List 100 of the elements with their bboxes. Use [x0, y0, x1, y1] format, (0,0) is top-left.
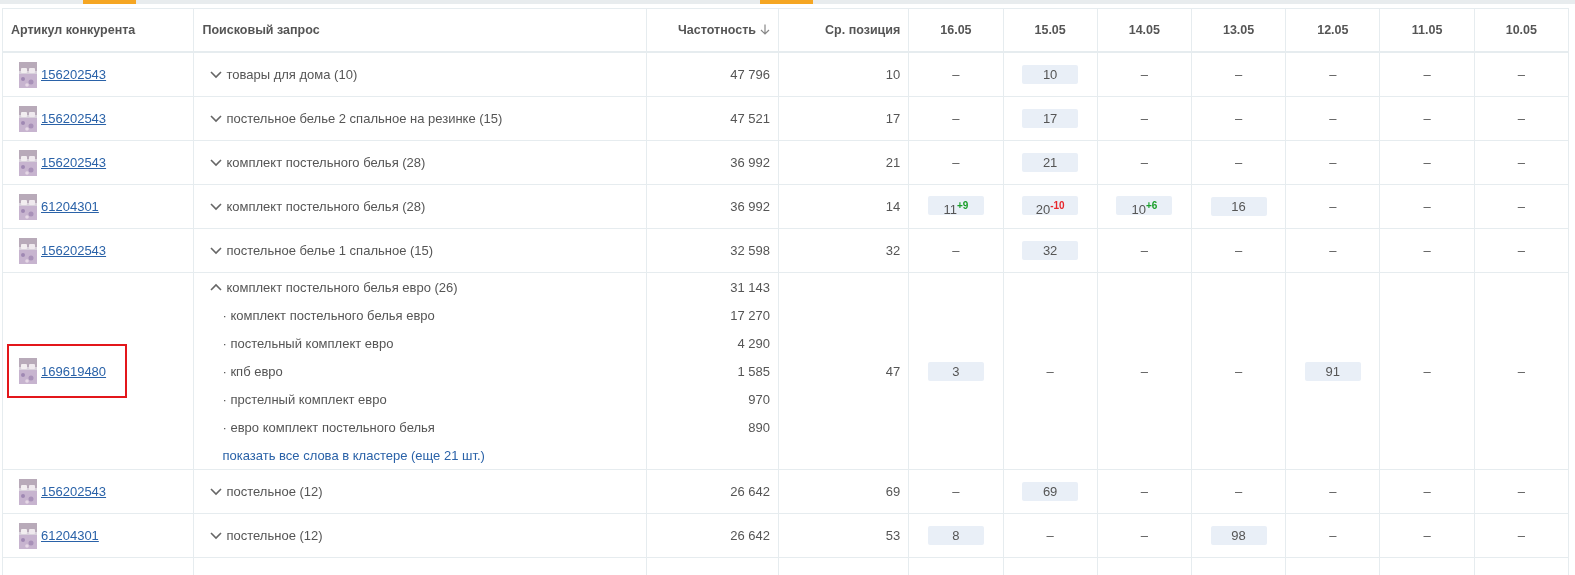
- query-text[interactable]: комплект постельного белья (28): [226, 155, 426, 170]
- frequency-value: 36 992: [730, 199, 770, 214]
- frequency-value: 26 642: [730, 484, 770, 499]
- empty-position: –: [1517, 484, 1525, 499]
- chevron-down-icon[interactable]: [210, 70, 223, 79]
- empty-position: –: [1235, 67, 1243, 82]
- empty-position: –: [1235, 484, 1243, 499]
- query-text[interactable]: постельное (12): [226, 528, 323, 543]
- avg-position-value: 10: [885, 67, 901, 82]
- frequency-value: 31 143: [730, 279, 770, 295]
- article-link[interactable]: 61204301: [41, 199, 99, 214]
- empty-position: –: [1517, 111, 1525, 126]
- position-badge: 32: [1022, 241, 1079, 260]
- query-text[interactable]: постельное (12): [226, 484, 323, 499]
- column-header[interactable]: Частотность: [678, 23, 756, 37]
- chevron-down-icon[interactable]: [210, 531, 223, 540]
- position-badge: 10: [1022, 65, 1079, 84]
- chevron-down-icon[interactable]: [210, 246, 223, 255]
- avg-position-value: 69: [885, 484, 901, 499]
- query-text[interactable]: комплект постельного белья (28): [226, 199, 426, 214]
- position-badge: 69: [1022, 482, 1079, 501]
- avg-position-value: 21: [885, 155, 901, 170]
- subquery-text: · прстелный комплект евро: [222, 391, 387, 407]
- subquery-text: · постельный комплект евро: [222, 335, 394, 351]
- empty-position: –: [1423, 363, 1431, 379]
- article-link[interactable]: 156202543: [41, 484, 107, 499]
- frequency-value: 36 992: [730, 155, 770, 170]
- empty-position: –: [1140, 363, 1148, 379]
- empty-position: –: [1235, 155, 1243, 170]
- query-text[interactable]: постельное белье 1 спальное (15): [226, 243, 434, 258]
- frequency-value: 47 521: [730, 111, 770, 126]
- date-header[interactable]: 15.05: [1034, 23, 1066, 37]
- show-all-link[interactable]: показать все слова в кластере (еще 21 шт.): [202, 447, 485, 463]
- empty-position: –: [1329, 243, 1337, 258]
- subquery-text: · комплект постельного белья евро: [222, 307, 435, 323]
- avg-position-value: 47: [885, 363, 901, 379]
- column-header[interactable]: Ср. позиция: [825, 23, 901, 37]
- query-text[interactable]: товары для дома (10): [226, 67, 358, 82]
- position-badge: 98: [1210, 526, 1267, 545]
- chevron-up-icon[interactable]: [210, 283, 223, 291]
- frequency-value: 26 642: [730, 528, 770, 543]
- empty-position: –: [1517, 528, 1525, 543]
- position-badge: 8: [927, 526, 984, 545]
- empty-position: –: [1517, 199, 1525, 214]
- date-header[interactable]: 14.05: [1128, 23, 1160, 37]
- date-header[interactable]: 16.05: [940, 23, 972, 37]
- article-link[interactable]: 156202543: [41, 111, 107, 126]
- empty-position: –: [1046, 363, 1054, 379]
- accent-mark: [760, 0, 813, 4]
- position-badge: 16: [1210, 197, 1267, 216]
- position-change: +6: [1145, 200, 1158, 211]
- empty-position: –: [1423, 484, 1431, 499]
- avg-position-value: 14: [885, 199, 901, 214]
- article-link[interactable]: 61204301: [41, 528, 99, 543]
- empty-position: –: [952, 67, 960, 82]
- empty-position: –: [1235, 243, 1243, 258]
- frequency-value: 32 598: [730, 243, 770, 258]
- article-link[interactable]: 169619480: [41, 363, 107, 379]
- date-header[interactable]: 11.05: [1411, 23, 1443, 37]
- frequency-value: 970: [748, 391, 770, 407]
- avg-position-value: 32: [885, 243, 901, 258]
- subquery-text: · евро комплект постельного белья: [222, 419, 435, 435]
- avg-position-value: 17: [885, 111, 901, 126]
- frequency-value: 1 585: [737, 363, 770, 379]
- empty-position: –: [952, 243, 960, 258]
- date-header[interactable]: 10.05: [1505, 23, 1537, 37]
- date-header[interactable]: 12.05: [1317, 23, 1349, 37]
- date-header[interactable]: 13.05: [1222, 23, 1255, 37]
- position-badge: 11$^{+9}$: [927, 196, 984, 215]
- chevron-down-icon[interactable]: [210, 487, 223, 496]
- empty-position: –: [1329, 199, 1337, 214]
- article-link[interactable]: 156202543: [41, 67, 107, 82]
- empty-position: –: [1329, 484, 1337, 499]
- chevron-down-icon[interactable]: [210, 114, 223, 123]
- query-text[interactable]: комплект постельного белья евро (26): [226, 279, 458, 295]
- empty-position: –: [1423, 155, 1431, 170]
- chevron-down-icon[interactable]: [210, 202, 223, 211]
- empty-position: –: [1329, 155, 1337, 170]
- empty-position: –: [1140, 155, 1148, 170]
- column-header[interactable]: Поисковый запрос: [202, 23, 320, 37]
- empty-position: –: [1235, 111, 1243, 126]
- empty-position: –: [1423, 528, 1431, 543]
- sort-arrow-icon[interactable]: [759, 24, 770, 35]
- frequency-value: 47 796: [730, 67, 770, 82]
- article-link[interactable]: 156202543: [41, 243, 107, 258]
- empty-position: –: [1517, 363, 1525, 379]
- empty-position: –: [1423, 243, 1431, 258]
- subquery-text: · кпб евро: [222, 363, 283, 379]
- avg-position-value: 53: [885, 528, 901, 543]
- empty-position: –: [1329, 111, 1337, 126]
- chevron-down-icon[interactable]: [210, 158, 223, 167]
- empty-position: –: [952, 111, 960, 126]
- frequency-value: 4 290: [737, 335, 770, 351]
- frequency-value: 17 270: [730, 307, 770, 323]
- frequency-value: 890: [748, 419, 770, 435]
- article-link[interactable]: 156202543: [41, 155, 107, 170]
- empty-position: –: [1517, 243, 1525, 258]
- empty-position: –: [1517, 155, 1525, 170]
- empty-position: –: [1140, 111, 1148, 126]
- position-badge: 3: [927, 361, 984, 381]
